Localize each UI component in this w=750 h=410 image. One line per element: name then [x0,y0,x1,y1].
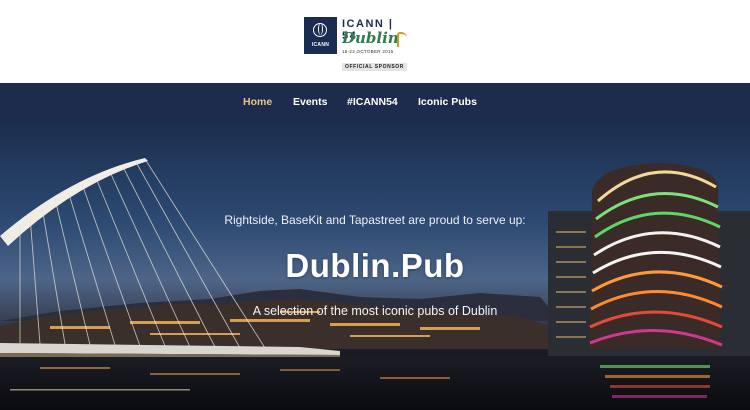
harp-icon [397,32,407,47]
icann-logo-box: ICANN [304,17,337,54]
official-sponsor-badge: OFFICIAL SPONSOR [342,63,407,71]
bridge-pylon [0,158,148,246]
main-nav: Home Events #ICANN54 Iconic Pubs [0,83,750,121]
hero-banner: Rightside, BaseKit and Tapastreet are pr… [0,121,750,410]
hero-intro-text: Rightside, BaseKit and Tapastreet are pr… [224,213,526,227]
nav-item-home[interactable]: Home [243,96,272,108]
globe-icon [313,23,327,37]
logo-date: 18-22 OCTOBER 2015 [342,49,394,54]
nav-item-icann54[interactable]: #ICANN54 [347,96,398,108]
icann54-dublin-logo[interactable]: ICANN ICANN | 54 Dublin 18-22 OCTOBER 20… [304,17,410,73]
hero-title: Dublin.Pub [285,247,465,284]
hero-subtitle: A selection of the most iconic pubs of D… [252,304,498,318]
header: ICANN ICANN | 54 Dublin 18-22 OCTOBER 20… [0,0,750,83]
nav-item-events[interactable]: Events [293,96,327,108]
river-liffey [0,357,750,410]
logo-city: Dublin [342,29,399,47]
nav-item-iconic-pubs[interactable]: Iconic Pubs [418,96,477,108]
icann-logo-box-text: ICANN [311,42,330,48]
